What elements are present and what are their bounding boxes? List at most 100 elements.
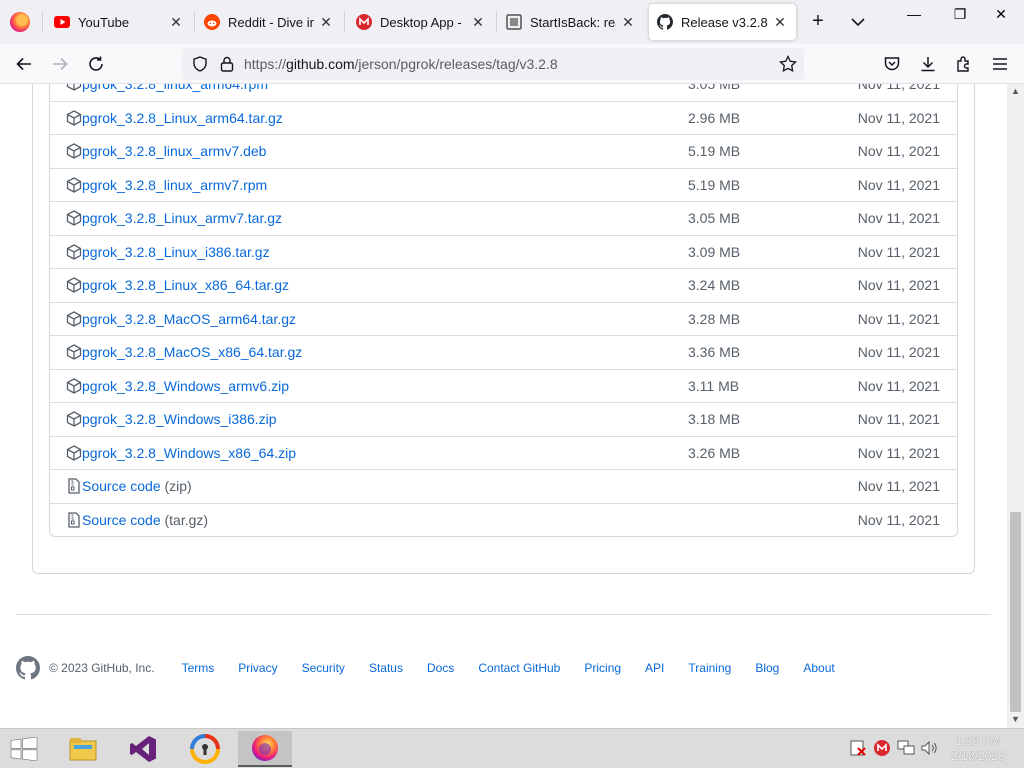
tab-github-release[interactable]: Release v3.2.8 · jerson ✕ <box>649 4 796 40</box>
volume-icon[interactable] <box>920 739 938 757</box>
tab-separator <box>344 12 345 32</box>
package-icon <box>66 84 82 91</box>
asset-download-link[interactable]: pgrok_3.2.8_Windows_x86_64.zip <box>82 445 296 461</box>
back-button[interactable] <box>12 52 36 76</box>
windows-start-icon[interactable] <box>10 737 38 761</box>
asset-size: 3.05 MB <box>688 210 741 227</box>
scrollbar-thumb[interactable] <box>1010 512 1021 712</box>
footer-link-docs[interactable]: Docs <box>427 661 454 675</box>
asset-date: Nov 11, 2021 <box>857 310 940 327</box>
file-zip-icon <box>66 511 82 528</box>
scroll-down-arrow-icon[interactable]: ▼ <box>1011 714 1020 724</box>
asset-download-link[interactable]: pgrok_3.2.8_Linux_arm64.tar.gz <box>82 110 283 126</box>
asset-download-link[interactable]: Source code (tar.gz) <box>82 512 208 528</box>
address-bar[interactable]: https://github.com/jerson/pgrok/releases… <box>182 48 804 80</box>
footer-link-blog[interactable]: Blog <box>755 661 779 675</box>
asset-download-link[interactable]: pgrok_3.2.8_linux_armv7.rpm <box>82 177 267 193</box>
extensions-button[interactable] <box>952 52 976 76</box>
footer-link-contact-github[interactable]: Contact GitHub <box>478 661 560 675</box>
download-icon <box>921 57 935 72</box>
forward-button[interactable] <box>48 52 72 76</box>
asset-download-link[interactable]: pgrok_3.2.8_Linux_i386.tar.gz <box>82 244 270 260</box>
asset-download-link[interactable]: pgrok_3.2.8_linux_armv7.deb <box>82 143 266 159</box>
asset-row: pgrok_3.2.8_linux_armv7.rpm 5.19 MB Nov 11… <box>50 167 957 202</box>
asset-date: Nov 11, 2021 <box>857 176 940 193</box>
asset-download-link[interactable]: pgrok_3.2.8_Linux_x86_64.tar.gz <box>82 277 289 293</box>
restore-window-button[interactable]: ❐ <box>937 0 983 30</box>
network-icon[interactable] <box>897 739 915 757</box>
footer-link-api[interactable]: API <box>645 661 664 675</box>
tab-label: YouTube <box>78 14 130 30</box>
footer-link-security[interactable]: Security <box>302 661 345 675</box>
asset-date: Nov 11, 2021 <box>858 84 940 92</box>
clock-date: 2/18/2023 <box>951 749 1005 763</box>
asset-size: 3.24 MB <box>688 277 741 294</box>
close-tab-icon[interactable]: ✕ <box>772 14 788 31</box>
asset-download-link[interactable]: pgrok_3.2.8_Windows_armv6.zip <box>82 378 289 394</box>
asset-size: 5.19 MB <box>688 176 741 193</box>
tab-startisback[interactable]: StartIsBack: real start ✕ <box>498 4 644 40</box>
asset-date: Nov 11, 2021 <box>857 109 940 126</box>
package-icon <box>66 243 82 260</box>
downloads-button[interactable] <box>916 52 940 76</box>
asset-row: pgrok_3.2.8_Windows_armv6.zip 3.11 MB Nov … <box>50 368 957 403</box>
pocket-button[interactable] <box>880 52 904 76</box>
list-all-tabs-icon[interactable] <box>848 12 868 32</box>
arrow-right-icon <box>53 57 68 71</box>
taskbar-visual-studio[interactable] <box>116 731 170 767</box>
asset-row: pgrok_3.2.8_Linux_armv7.tar.gz 3.05 MB Nov… <box>50 201 957 235</box>
taskbar-file-explorer[interactable] <box>56 731 110 767</box>
footer-link-privacy[interactable]: Privacy <box>238 661 277 675</box>
close-tab-icon[interactable]: ✕ <box>168 14 184 31</box>
tracking-protection-shield-icon[interactable] <box>192 56 208 72</box>
firefox-menu-icon[interactable] <box>10 12 30 32</box>
minimize-window-button[interactable]: — <box>891 0 937 30</box>
package-icon <box>66 411 82 427</box>
page-scrollbar[interactable]: ▲ ▼ <box>1007 84 1024 728</box>
scroll-up-arrow-icon[interactable]: ▲ <box>1011 86 1020 96</box>
footer-link-status[interactable]: Status <box>369 661 403 675</box>
close-tab-icon[interactable]: ✕ <box>470 14 486 31</box>
asset-download-link[interactable]: pgrok_3.2.8_Linux_armv7.tar.gz <box>82 210 282 226</box>
mega-tray-icon[interactable] <box>873 739 891 757</box>
action-center-flag-icon[interactable] <box>849 739 867 757</box>
puzzle-piece-icon <box>957 56 969 72</box>
asset-name: pgrok_3.2.8_Linux_x86_64.tar.gz <box>82 277 290 294</box>
asset-size: 3.26 MB <box>688 444 741 461</box>
taskbar-app-round[interactable] <box>178 731 232 767</box>
site-footer: © 2023 GitHub, Inc. Terms Privacy Securi… <box>16 655 859 681</box>
bookmark-star-icon[interactable] <box>778 54 798 74</box>
asset-download-link[interactable]: pgrok_3.2.8_Windows_i386.zip <box>82 411 277 427</box>
url-text[interactable]: https://github.com/jerson/pgrok/releases… <box>244 56 558 72</box>
taskbar-clock[interactable]: 1:58 PM 2/18/2023 <box>946 734 1010 764</box>
page-viewport: pgrok_3.2.8_linux_arm64.rpm 3.05 MB Nov 11… <box>0 84 1007 728</box>
new-tab-button[interactable]: + <box>806 10 830 34</box>
asset-download-link[interactable]: Source code (zip) <box>82 478 192 494</box>
asset-download-link[interactable]: pgrok_3.2.8_MacOS_arm64.tar.gz <box>82 311 296 327</box>
reddit-icon <box>204 14 220 30</box>
navigation-toolbar: https://github.com/jerson/pgrok/releases… <box>0 44 1024 84</box>
asset-name: pgrok_3.2.8_linux_armv7.rpm <box>82 176 268 193</box>
github-mark-icon[interactable] <box>16 656 40 680</box>
asset-row: pgrok_3.2.8_Linux_x86_64.tar.gz 3.24 MB No… <box>50 268 957 302</box>
asset-row: Source code (zip) Nov 11, 2021 <box>50 469 957 503</box>
footer-link-terms[interactable]: Terms <box>182 661 215 675</box>
close-tab-icon[interactable]: ✕ <box>620 14 636 31</box>
close-window-button[interactable]: ✕ <box>978 0 1024 30</box>
asset-name: pgrok_3.2.8_Windows_i386.zip <box>82 411 277 428</box>
footer-link-training[interactable]: Training <box>688 661 731 675</box>
reload-button[interactable] <box>84 52 108 76</box>
close-tab-icon[interactable]: ✕ <box>318 14 334 31</box>
asset-download-link[interactable]: pgrok_3.2.8_MacOS_x86_64.tar.gz <box>82 344 302 360</box>
asset-download-link[interactable]: pgrok_3.2.8_linux_arm64.rpm <box>82 84 268 92</box>
footer-link-about[interactable]: About <box>803 661 834 675</box>
package-icon <box>66 109 82 126</box>
package-icon <box>66 277 82 293</box>
footer-link-pricing[interactable]: Pricing <box>584 661 621 675</box>
taskbar-firefox[interactable] <box>238 731 292 767</box>
tab-mega[interactable]: Desktop App - MEGA ✕ <box>348 4 494 40</box>
tab-reddit[interactable]: Reddit - Dive into ✕ <box>196 4 342 40</box>
lock-icon[interactable] <box>220 56 234 72</box>
app-menu-button[interactable] <box>988 52 1012 76</box>
tab-youtube[interactable]: YouTube ✕ <box>46 4 192 40</box>
